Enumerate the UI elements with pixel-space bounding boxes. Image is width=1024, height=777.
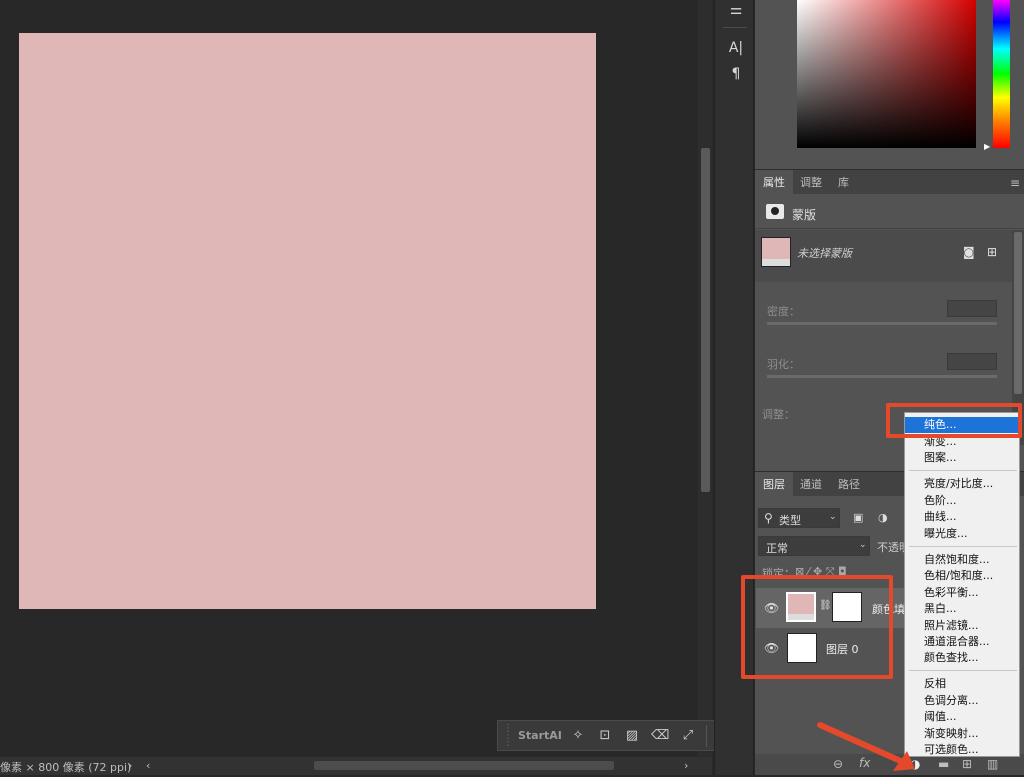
menu-item-exposure[interactable]: 曝光度... [924,526,968,542]
layer-filter-value: 类型 [779,514,801,527]
tab-adjustments[interactable]: 调整 [792,170,830,195]
image-edit-icon[interactable]: ⊡ [597,728,613,744]
search-icon: ⚲ [764,511,773,525]
blend-mode-select[interactable]: 正常 ⌄ [758,536,870,556]
feather-label: 羽化： [767,358,800,371]
menu-item-color-balance[interactable]: 色彩平衡... [924,585,979,601]
mask-section-icon [766,204,784,219]
section-title: 蒙版 [792,208,817,222]
chevron-down-icon: ⌄ [859,540,867,550]
hue-slider[interactable] [993,0,1010,148]
tab-properties[interactable]: 属性 [755,170,793,195]
density-label: 密度： [767,305,800,318]
panel-menu-icon[interactable]: ≡ [1010,176,1020,190]
mask-info-row: 未选择蒙版 ◙ ⊞ [755,230,1012,282]
menu-item-selective-color[interactable]: 可选颜色... [924,742,979,758]
properties-header: 蒙版 [755,195,1024,229]
menu-item-pattern[interactable]: 图案... [924,450,957,466]
pixel-mask-icon[interactable]: ◙ [963,245,975,259]
hue-slider-handle[interactable]: ▶ [984,142,990,151]
scroll-left-arrow[interactable]: ‹ [146,759,150,772]
menu-item-invert[interactable]: 反相 [924,676,946,692]
annotation-arrow-icon [817,722,915,771]
highlight-box-layers [741,575,893,679]
menu-item-gradient-map[interactable]: 渐变映射... [924,726,979,742]
startai-toolbar: ⋮⋮⋮ StartAI ✧ ⊡ ▨ ⌫ ⤢ ◎ [497,720,742,751]
menu-item-curves[interactable]: 曲线... [924,509,957,525]
adjust-label: 调整： [762,408,795,421]
vertical-scrollbar-thumb[interactable] [701,148,710,492]
mask-status-label: 未选择蒙版 [797,247,852,260]
horizontal-scrollbar-thumb[interactable] [314,761,614,770]
menu-separator [909,470,1017,471]
group-icon[interactable]: ▬ [938,757,949,771]
tab-channels[interactable]: 通道 [792,472,830,497]
trash-icon[interactable]: ▥ [987,757,998,771]
menu-item-color-lookup[interactable]: 颜色查找... [924,650,979,666]
document-canvas[interactable] [19,33,596,609]
vector-mask-icon[interactable]: ⊞ [987,245,997,259]
eraser-icon[interactable]: ⌫ [651,728,669,744]
chevron-down-icon: ⌄ [829,512,837,522]
strip-divider [723,27,747,28]
scroll-right-arrow[interactable]: › [684,759,688,772]
menu-item-vibrance[interactable]: 自然饱和度... [924,552,990,568]
filter-adjustment-icon[interactable]: ◑ [878,511,888,524]
menu-separator [909,670,1017,671]
menu-item-channel-mixer[interactable]: 通道混合器... [924,634,990,650]
highlight-box-solid-color [886,403,1022,438]
density-slider[interactable] [767,322,997,325]
menu-item-hue-saturation[interactable]: 色相/饱和度... [924,568,993,584]
density-field[interactable] [947,300,997,317]
feather-slider[interactable] [767,375,997,378]
document-info: 像素 × 800 像素 (72 ppi) [0,761,132,774]
sliders-icon[interactable]: ⚌ [726,0,746,20]
expand-icon[interactable]: ⤢ [680,728,696,744]
mask-thumbnail [761,237,791,267]
paragraph-icon[interactable]: ¶ [726,64,746,84]
startai-label: StartAI [518,729,562,742]
tab-libraries[interactable]: 库 [830,170,857,195]
menu-item-levels[interactable]: 色阶... [924,493,957,509]
menu-item-threshold[interactable]: 阈值... [924,709,957,725]
status-arrow-right[interactable]: › [128,759,132,772]
properties-scrollbar-thumb[interactable] [1014,232,1022,394]
feather-field[interactable] [947,353,997,370]
new-layer-icon[interactable]: ⊞ [962,757,972,771]
menu-separator [909,546,1017,547]
adjustment-layer-menu: 纯色... 渐变... 图案... 亮度/对比度... 色阶... 曲线... … [904,412,1020,757]
color-picker-field[interactable] [797,0,976,148]
blend-mode-value: 正常 [766,542,788,555]
menu-item-brightness-contrast[interactable]: 亮度/对比度... [924,476,993,492]
menu-item-posterize[interactable]: 色调分离... [924,693,979,709]
drag-handle-icon[interactable]: ⋮ ⋮ ⋮ [503,724,513,748]
character-icon[interactable]: A| [726,38,746,58]
tab-layers[interactable]: 图层 [755,472,793,497]
menu-item-black-white[interactable]: 黑白... [924,601,957,617]
tab-paths[interactable]: 路径 [830,472,868,497]
toolbar-divider [706,725,707,747]
magic-wand-icon[interactable]: ✧ [570,728,586,744]
layer-filter-select[interactable]: ⚲ 类型 ⌄ [758,508,840,528]
stripes-icon[interactable]: ▨ [624,728,640,744]
menu-item-photo-filter[interactable]: 照片滤镜... [924,618,979,634]
properties-tab-bar: 属性 调整 库 ≡ [755,169,1024,195]
filter-image-icon[interactable]: ▣ [853,511,863,524]
